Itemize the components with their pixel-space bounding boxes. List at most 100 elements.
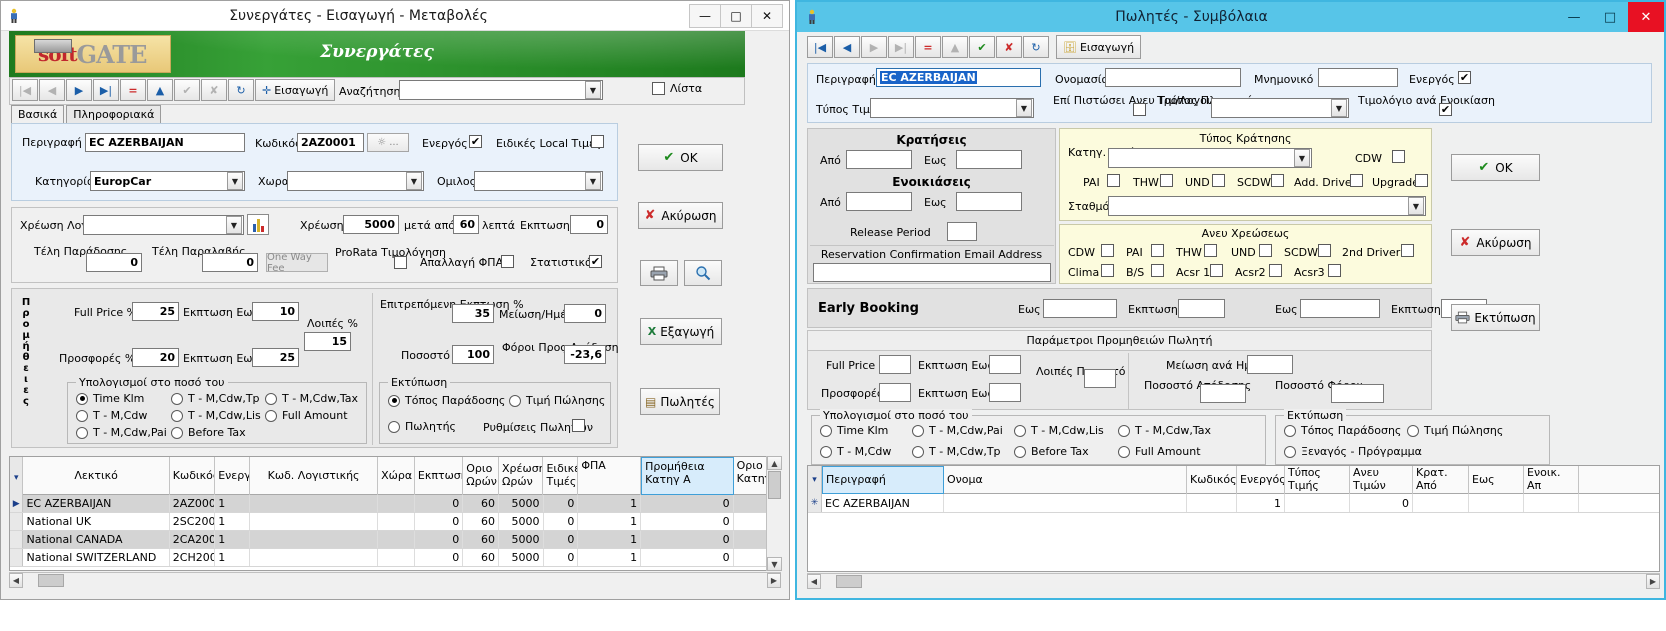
one-way-fee-button[interactable]: One Way Fee [266, 252, 328, 274]
confirm-button[interactable]: ✔ [174, 79, 200, 101]
upgrade-checkbox[interactable] [1415, 174, 1428, 187]
foc-bs-checkbox[interactable] [1151, 264, 1164, 277]
rw-calc-option-full-amount[interactable]: Full Amount [1118, 445, 1201, 458]
chevron-down-icon[interactable]: ▼ [1016, 99, 1032, 117]
chevron-down-icon[interactable]: ▼ [226, 216, 242, 234]
rw-col-energos[interactable]: Ενεργός [1237, 466, 1285, 494]
foc-acsr2-checkbox[interactable] [1269, 264, 1282, 277]
radio-icon[interactable] [171, 392, 183, 405]
minimize-button[interactable]: — [689, 3, 721, 28]
nav-prev-button[interactable]: ◀ [834, 36, 860, 58]
rw-offers-input[interactable] [879, 383, 911, 402]
search-input[interactable]: ▼ [399, 80, 603, 100]
prorata-checkbox[interactable] [394, 256, 407, 269]
rw-col-kodikos[interactable]: Κωδικός [1187, 466, 1237, 494]
rw-full-price-disc-input[interactable] [989, 355, 1021, 374]
eb-to1-input[interactable] [1043, 299, 1117, 318]
grid-hscrollbar[interactable]: ◀ ▶ [9, 572, 781, 588]
calc-option-before-tax[interactable]: Before Tax [171, 426, 246, 439]
abort-button[interactable]: ✘ [201, 79, 227, 101]
insert-button[interactable]: 🗄 Εισαγωγή [1056, 35, 1142, 59]
rentals-from-input[interactable] [846, 192, 912, 211]
rw-calc-option-tmcdwtp[interactable]: T - M,Cdw,Tp [912, 445, 1001, 458]
invoice-per-rental-checkbox[interactable] [1439, 103, 1452, 116]
offers-input[interactable]: 20 [132, 348, 179, 367]
refresh-button[interactable]: ↻ [1023, 36, 1049, 58]
radio-icon[interactable] [1284, 445, 1296, 458]
add-driver-checkbox[interactable] [1350, 174, 1363, 187]
scroll-thumb[interactable] [768, 471, 781, 499]
col-kodikos[interactable]: Κωδικός [170, 457, 216, 495]
calc-option-tmcdwpai[interactable]: T - M,Cdw,Pai [76, 426, 167, 439]
rw-col-typos-timis[interactable]: Τύπος Τιμής [1285, 466, 1350, 494]
preview-button[interactable] [684, 260, 722, 286]
col-energi[interactable]: Ενεργή [215, 457, 251, 495]
foc-2nd-driver-checkbox[interactable] [1401, 244, 1414, 257]
col-eidikes-times[interactable]: Ειδικές Τιμές [543, 457, 579, 495]
close-button[interactable]: ✕ [1628, 2, 1664, 32]
print-button[interactable] [640, 260, 678, 286]
rw-calc-option-tmcdw[interactable]: T - M,Cdw [820, 445, 891, 458]
radio-icon[interactable] [509, 394, 521, 407]
table-row[interactable]: National SWITZERLAND 2CH2001 1 0 60 5000… [10, 549, 780, 567]
col-xreosi-oron[interactable]: Χρέωση Ωρών [499, 457, 544, 495]
col-xora[interactable]: Χώρα [378, 457, 415, 495]
nav-next-button[interactable]: ▶ [66, 79, 92, 101]
rw-print-button[interactable]: Εκτύπωση [1451, 304, 1540, 331]
mnemonic-input[interactable] [1318, 68, 1398, 87]
close-button[interactable]: ✕ [751, 3, 783, 28]
scroll-left-button[interactable]: ◀ [807, 574, 821, 589]
seller-description-input[interactable]: EC AZERBAIJAN [876, 68, 1041, 87]
radio-icon[interactable] [76, 426, 88, 439]
pai-checkbox[interactable] [1107, 174, 1120, 187]
maximize-button[interactable]: □ [720, 3, 752, 28]
full-price-discount-input[interactable]: 10 [252, 302, 299, 321]
tab-pliroforiaka[interactable]: Πληροφοριακά [66, 105, 162, 124]
rw-col-eos[interactable]: Εως [1469, 466, 1524, 494]
rw-col-perigrafi[interactable]: Περιγραφή [822, 466, 944, 494]
rw-cancel-button[interactable]: ✘ Ακύρωση [1451, 229, 1540, 256]
code-lookup-button[interactable]: ☼ ... [367, 133, 409, 152]
eb-disc1-input[interactable] [1178, 299, 1225, 318]
radio-icon[interactable] [388, 394, 400, 407]
rw-print-option-guide-program[interactable]: Ξεναγός - Πρόγραμμα [1284, 445, 1422, 458]
chevron-down-icon[interactable]: ▼ [585, 172, 601, 190]
on-credit-checkbox[interactable] [1133, 103, 1146, 116]
radio-icon[interactable] [820, 424, 832, 437]
price-category-select[interactable]: ▼ [1108, 148, 1312, 168]
rentals-to-input[interactable] [956, 192, 1022, 211]
calc-option-tmcdwlis[interactable]: T - M,Cdw,Lis [171, 409, 261, 422]
charge-input[interactable]: 5000 [343, 215, 399, 234]
release-period-input[interactable] [947, 222, 977, 241]
vat-exempt-checkbox[interactable] [501, 255, 514, 268]
code-input[interactable]: 2AZ0001 [297, 133, 364, 152]
chevron-down-icon[interactable]: ▼ [406, 172, 422, 190]
chevron-down-icon[interactable]: ▼ [1408, 197, 1424, 215]
export-button[interactable]: X Εξαγωγή [640, 318, 722, 345]
category-select[interactable]: EuropCar ▼ [90, 171, 245, 191]
delete-button[interactable]: = [915, 36, 941, 58]
rw-tax-pct-input[interactable] [1331, 384, 1384, 403]
reduction-per-day-input[interactable]: 0 [564, 304, 606, 323]
cdw-checkbox[interactable] [1392, 150, 1405, 163]
foc-und-checkbox[interactable] [1259, 244, 1272, 257]
chevron-down-icon[interactable]: ▼ [585, 81, 601, 99]
rw-col-enoik-ap[interactable]: Ενοικ. Απ [1524, 466, 1579, 494]
statistics-checkbox[interactable] [589, 255, 602, 268]
rw-calc-option-tmcdwpai[interactable]: T - M,Cdw,Pai [912, 424, 1003, 437]
price-type-select[interactable]: ▼ [870, 98, 1034, 118]
payment-method-select[interactable]: ▼ [1211, 98, 1349, 118]
other-pct-input[interactable]: 15 [304, 332, 351, 351]
rw-col-aneu-timon[interactable]: Ανευ Τιμών [1350, 466, 1413, 494]
table-row[interactable]: National CANADA 2CA2001 1 0 60 5000 0 1 … [10, 531, 780, 549]
grid-vscrollbar[interactable]: ▲ ▼ [766, 456, 782, 571]
rw-calc-option-tmcdwtax[interactable]: T - M,Cdw,Tax [1118, 424, 1211, 437]
rw-col-onoma[interactable]: Ονομα [944, 466, 1187, 494]
radio-icon[interactable] [76, 392, 88, 405]
pickup-fee-input[interactable]: 0 [202, 253, 258, 272]
ok-button[interactable]: ✔ OK [638, 144, 723, 171]
minimize-button[interactable]: — [1556, 2, 1592, 32]
scroll-right-button[interactable]: ▶ [1646, 574, 1660, 589]
radio-icon[interactable] [912, 445, 924, 458]
foc-scdw-checkbox[interactable] [1318, 244, 1331, 257]
